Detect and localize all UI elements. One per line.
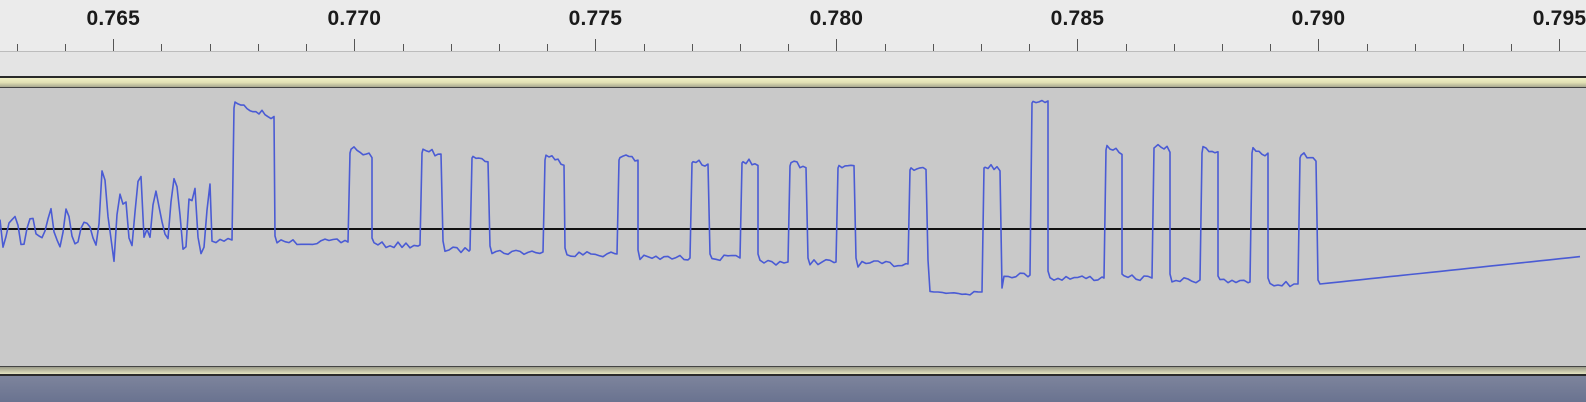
audio-editor: 0.765 0.770 0.775 0.780 0.785 0.790 0.795 — [0, 0, 1586, 402]
waveform-canvas[interactable] — [0, 0, 1586, 402]
track-footer-bar — [0, 376, 1586, 402]
waveform-line — [0, 99, 1581, 296]
